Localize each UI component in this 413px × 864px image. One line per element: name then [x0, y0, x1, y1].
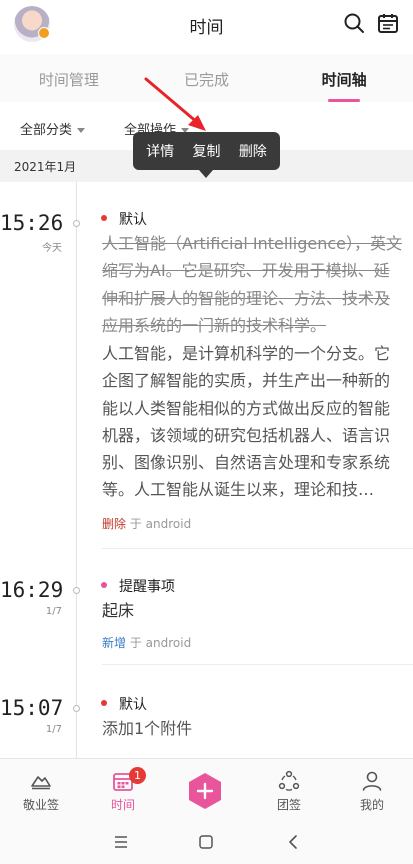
notification-badge: 1: [129, 767, 146, 784]
menu-item-delete[interactable]: 删除: [239, 141, 267, 161]
timeline-node: [73, 587, 80, 594]
operation-type: 新增: [102, 636, 127, 650]
person-icon: [362, 771, 382, 791]
entry-operation: 删除 于 android: [102, 515, 191, 532]
context-menu: 详情 复制 删除: [133, 132, 280, 170]
context-menu-pointer: [199, 170, 213, 178]
entry-category: 默认: [119, 212, 147, 228]
timeline-node: [73, 220, 80, 227]
entry-operation: 新增 于 android: [102, 634, 191, 651]
menu-item-details[interactable]: 详情: [146, 141, 174, 161]
chevron-down-icon: [77, 128, 86, 133]
timeline-node: [73, 705, 80, 712]
timeline-line: [76, 182, 77, 758]
menu-icon[interactable]: [112, 833, 130, 851]
entry-content: 添加1个附件: [102, 719, 193, 738]
bottom-nav: 敬业签 1 时间 团签 我的: [0, 758, 413, 820]
annotation-arrow-icon: [144, 77, 206, 131]
cloud-note-icon: [31, 776, 51, 790]
add-button[interactable]: [165, 759, 247, 821]
entry-content-deleted: 人工智能（Artificial Intelligence），英文缩写为AI。它是…: [102, 234, 402, 335]
nav-item-time[interactable]: 1 时间: [82, 759, 164, 821]
nav-label: 时间: [110, 798, 135, 812]
nav-label: 团签: [276, 798, 301, 812]
nav-item-jingyeqian[interactable]: 敬业签: [0, 759, 82, 821]
month-label: 2021年1月: [14, 160, 77, 174]
category-filter-label: 全部分类: [20, 123, 73, 138]
entry-date: 今天: [42, 243, 62, 254]
entry-category: 默认: [119, 697, 147, 713]
nav-label: 敬业签: [22, 798, 59, 812]
back-icon[interactable]: [284, 833, 302, 851]
divider: [102, 664, 413, 665]
entry-category: 提醒事项: [119, 579, 175, 595]
nav-item-team[interactable]: 团签: [248, 759, 330, 821]
operation-source: 于 android: [129, 636, 192, 650]
tab-time-management[interactable]: 时间管理: [0, 54, 138, 102]
search-icon[interactable]: [342, 11, 366, 35]
entry-time: 15:07: [0, 696, 64, 720]
system-nav-bar: [0, 820, 413, 864]
nav-item-mine[interactable]: 我的: [331, 759, 413, 821]
category-dot: [101, 700, 107, 706]
category-dot: [101, 215, 107, 221]
operation-source: 于 android: [129, 517, 192, 531]
home-icon[interactable]: [197, 833, 215, 851]
divider: [102, 548, 413, 549]
plus-icon: [189, 773, 221, 809]
operation-type: 删除: [102, 517, 127, 531]
app-header: 时间: [0, 0, 413, 48]
category-dot: [101, 582, 107, 588]
entry-time: 16:29: [0, 578, 64, 602]
entry-date: 1/7: [45, 724, 62, 735]
team-icon: [278, 770, 300, 791]
entry-date: 1/7: [45, 606, 62, 617]
entry-content: 起床: [102, 601, 135, 620]
entry-content: 人工智能，是计算机科学的一个分支。它企图了解智能的实质，并生产出一种新的能以人类…: [102, 344, 391, 500]
nav-label: 我的: [359, 798, 384, 812]
calendar-icon[interactable]: [376, 11, 400, 35]
category-filter[interactable]: 全部分类: [20, 119, 86, 138]
tab-timeline[interactable]: 时间轴: [275, 54, 413, 102]
menu-item-copy[interactable]: 复制: [192, 141, 220, 161]
entry-time: 15:26: [0, 211, 64, 235]
timeline[interactable]: 15:26 今天 默认 人工智能（Artificial Intelligence…: [0, 182, 413, 758]
